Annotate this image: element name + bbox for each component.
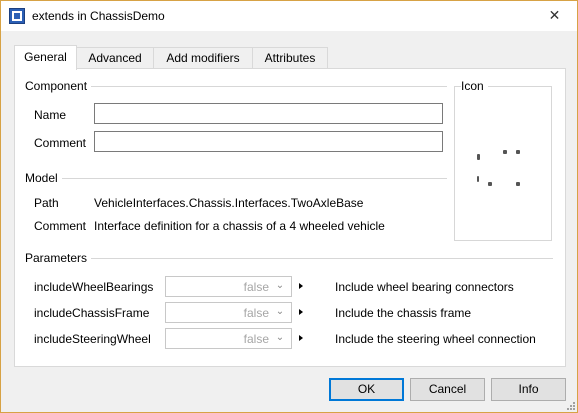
comment-field[interactable] [94, 131, 443, 152]
tab-add-modifiers[interactable]: Add modifiers [153, 47, 253, 69]
param-description: Include the chassis frame [335, 306, 472, 320]
icon-dot [488, 182, 492, 186]
icon-dot [477, 154, 480, 160]
path-label: Path [34, 196, 59, 210]
param-menu-arrow-icon[interactable] [299, 335, 303, 341]
param-value-combo[interactable]: false ⌄ [165, 328, 292, 349]
tab-advanced[interactable]: Advanced [76, 47, 154, 69]
icon-dot [516, 182, 520, 186]
parameters-group-line [25, 258, 553, 259]
param-name: includeWheelBearings [34, 280, 154, 294]
chevron-down-icon: ⌄ [275, 332, 285, 343]
component-group-label: Component [25, 79, 92, 93]
resize-grip-icon[interactable] [565, 400, 575, 410]
path-value: VehicleInterfaces.Chassis.Interfaces.Two… [94, 196, 364, 210]
param-description: Include the steering wheel connection [335, 332, 536, 346]
info-button[interactable]: Info [491, 378, 566, 401]
app-icon [9, 8, 25, 24]
param-menu-arrow-icon[interactable] [299, 309, 303, 315]
param-name: includeChassisFrame [34, 306, 150, 320]
chevron-down-icon: ⌄ [275, 306, 285, 317]
tab-attributes[interactable]: Attributes [252, 47, 328, 69]
param-value-combo[interactable]: false ⌄ [165, 276, 292, 297]
model-comment-label: Comment [34, 219, 87, 233]
icon-group-label: Icon [461, 79, 488, 93]
name-label: Name [34, 108, 67, 122]
close-icon: ✕ [548, 8, 561, 24]
ok-button[interactable]: OK [329, 378, 404, 401]
icon-dot [516, 150, 520, 154]
param-value-combo[interactable]: false ⌄ [165, 302, 292, 323]
combo-value: false [243, 332, 269, 346]
model-group-label: Model [25, 171, 62, 185]
combo-value: false [243, 280, 269, 294]
tab-general[interactable]: General [14, 45, 77, 70]
icon-dot [477, 176, 479, 182]
close-button[interactable]: ✕ [532, 1, 577, 31]
combo-value: false [243, 306, 269, 320]
window-title: extends in ChassisDemo [32, 9, 165, 23]
cancel-button[interactable]: Cancel [410, 378, 485, 401]
parameters-group-label: Parameters [25, 251, 92, 265]
param-menu-arrow-icon[interactable] [299, 283, 303, 289]
param-name: includeSteeringWheel [34, 332, 151, 346]
title-bar[interactable]: extends in ChassisDemo ✕ [1, 1, 577, 31]
icon-dot [503, 150, 507, 154]
param-description: Include wheel bearing connectors [335, 280, 514, 294]
comment-label: Comment [34, 136, 87, 150]
model-group-line [25, 178, 447, 179]
model-comment-value: Interface definition for a chassis of a … [94, 219, 385, 233]
chevron-down-icon: ⌄ [275, 280, 285, 291]
dialog-window: extends in ChassisDemo ✕ General Advance… [0, 0, 578, 413]
name-field[interactable] [94, 103, 443, 124]
icon-preview [454, 86, 552, 241]
